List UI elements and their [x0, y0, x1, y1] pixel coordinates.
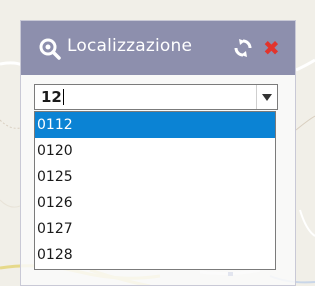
dropdown-option[interactable]: 0127	[35, 216, 275, 242]
dropdown-option[interactable]: 0125	[35, 164, 275, 190]
text-caret	[62, 89, 64, 105]
dropdown-option[interactable]: 0120	[35, 138, 275, 164]
dropdown-toggle-button[interactable]	[256, 85, 277, 109]
search-location-icon	[39, 38, 61, 60]
combobox-input[interactable]: 12	[41, 88, 64, 106]
dropdown-option[interactable]: 0128	[35, 242, 275, 268]
dropdown-option[interactable]: 0112	[35, 112, 275, 138]
location-combobox[interactable]: 12	[34, 84, 278, 110]
panel-header: Localizzazione ✖	[21, 21, 295, 75]
refresh-icon[interactable]	[234, 39, 252, 57]
panel-title: Localizzazione	[67, 36, 193, 56]
combobox-input-text: 12	[41, 88, 62, 106]
close-icon[interactable]: ✖	[263, 37, 280, 59]
dropdown-option[interactable]: 0126	[35, 190, 275, 216]
chevron-down-icon	[262, 94, 272, 101]
dropdown-list[interactable]: 0112 0120 0125 0126 0127 0128	[34, 111, 276, 270]
